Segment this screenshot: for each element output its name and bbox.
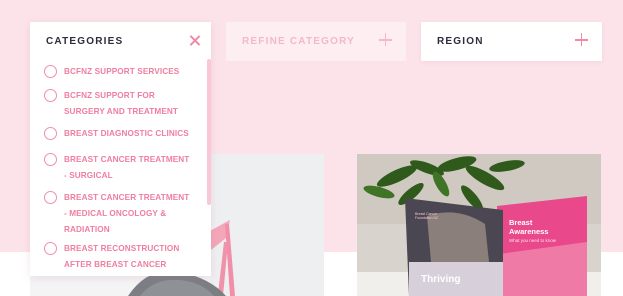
radio-button[interactable] (44, 127, 57, 140)
radio-button[interactable] (44, 65, 57, 78)
category-option-label: BREAST CANCER TREATMENT - MEDICAL ONCOLO… (64, 193, 190, 234)
close-icon[interactable] (189, 35, 200, 46)
category-option[interactable]: BCFNZ SUPPORT SERVICES (44, 64, 194, 80)
thriving-title: Thriving (421, 274, 461, 285)
region-filter[interactable]: REGION (421, 22, 602, 61)
breast-awareness-subtitle: What you need to know (509, 238, 557, 243)
category-option[interactable]: BREAST DIAGNOSTIC CLINICS (44, 126, 194, 142)
category-option-label: BREAST CANCER TREATMENT - SURGICAL (64, 155, 190, 180)
radio-button[interactable] (44, 242, 57, 255)
category-option[interactable]: BREAST RECONSTRUCTION AFTER BREAST CANCE… (44, 241, 194, 273)
refine-category-filter[interactable]: REFINE CATEGORY (226, 22, 406, 61)
foundation-logo-text: Breast Cancer Foundation NZ (415, 212, 439, 220)
category-option[interactable]: BREAST CANCER TREATMENT - MEDICAL ONCOLO… (44, 190, 194, 238)
region-label: REGION (437, 36, 484, 47)
plus-icon (575, 33, 588, 46)
refine-category-label: REFINE CATEGORY (242, 36, 356, 47)
radio-button[interactable] (44, 89, 57, 102)
plus-icon (379, 33, 392, 46)
category-option-label: BCFNZ SUPPORT SERVICES (64, 67, 180, 76)
brochures-photo: Thriving Breast Awareness What you need … (357, 154, 601, 296)
dropdown-scrollbar[interactable] (207, 59, 211, 205)
category-option[interactable]: BREAST CANCER TREATMENT - SURGICAL (44, 152, 194, 184)
category-option[interactable]: BCFNZ SUPPORT FOR SURGERY AND TREATMENT (44, 88, 194, 120)
categories-label[interactable]: CATEGORIES (46, 36, 123, 47)
radio-button[interactable] (44, 191, 57, 204)
categories-dropdown: CATEGORIES BCFNZ SUPPORT SERVICES BCFNZ … (30, 22, 211, 276)
radio-button[interactable] (44, 153, 57, 166)
category-option-label: BCFNZ SUPPORT FOR SURGERY AND TREATMENT (64, 91, 178, 116)
breast-awareness-title: Breast Awareness (509, 218, 549, 236)
category-option-label: BREAST DIAGNOSTIC CLINICS (64, 129, 189, 138)
category-option-label: BREAST RECONSTRUCTION AFTER BREAST CANCE… (64, 244, 180, 269)
